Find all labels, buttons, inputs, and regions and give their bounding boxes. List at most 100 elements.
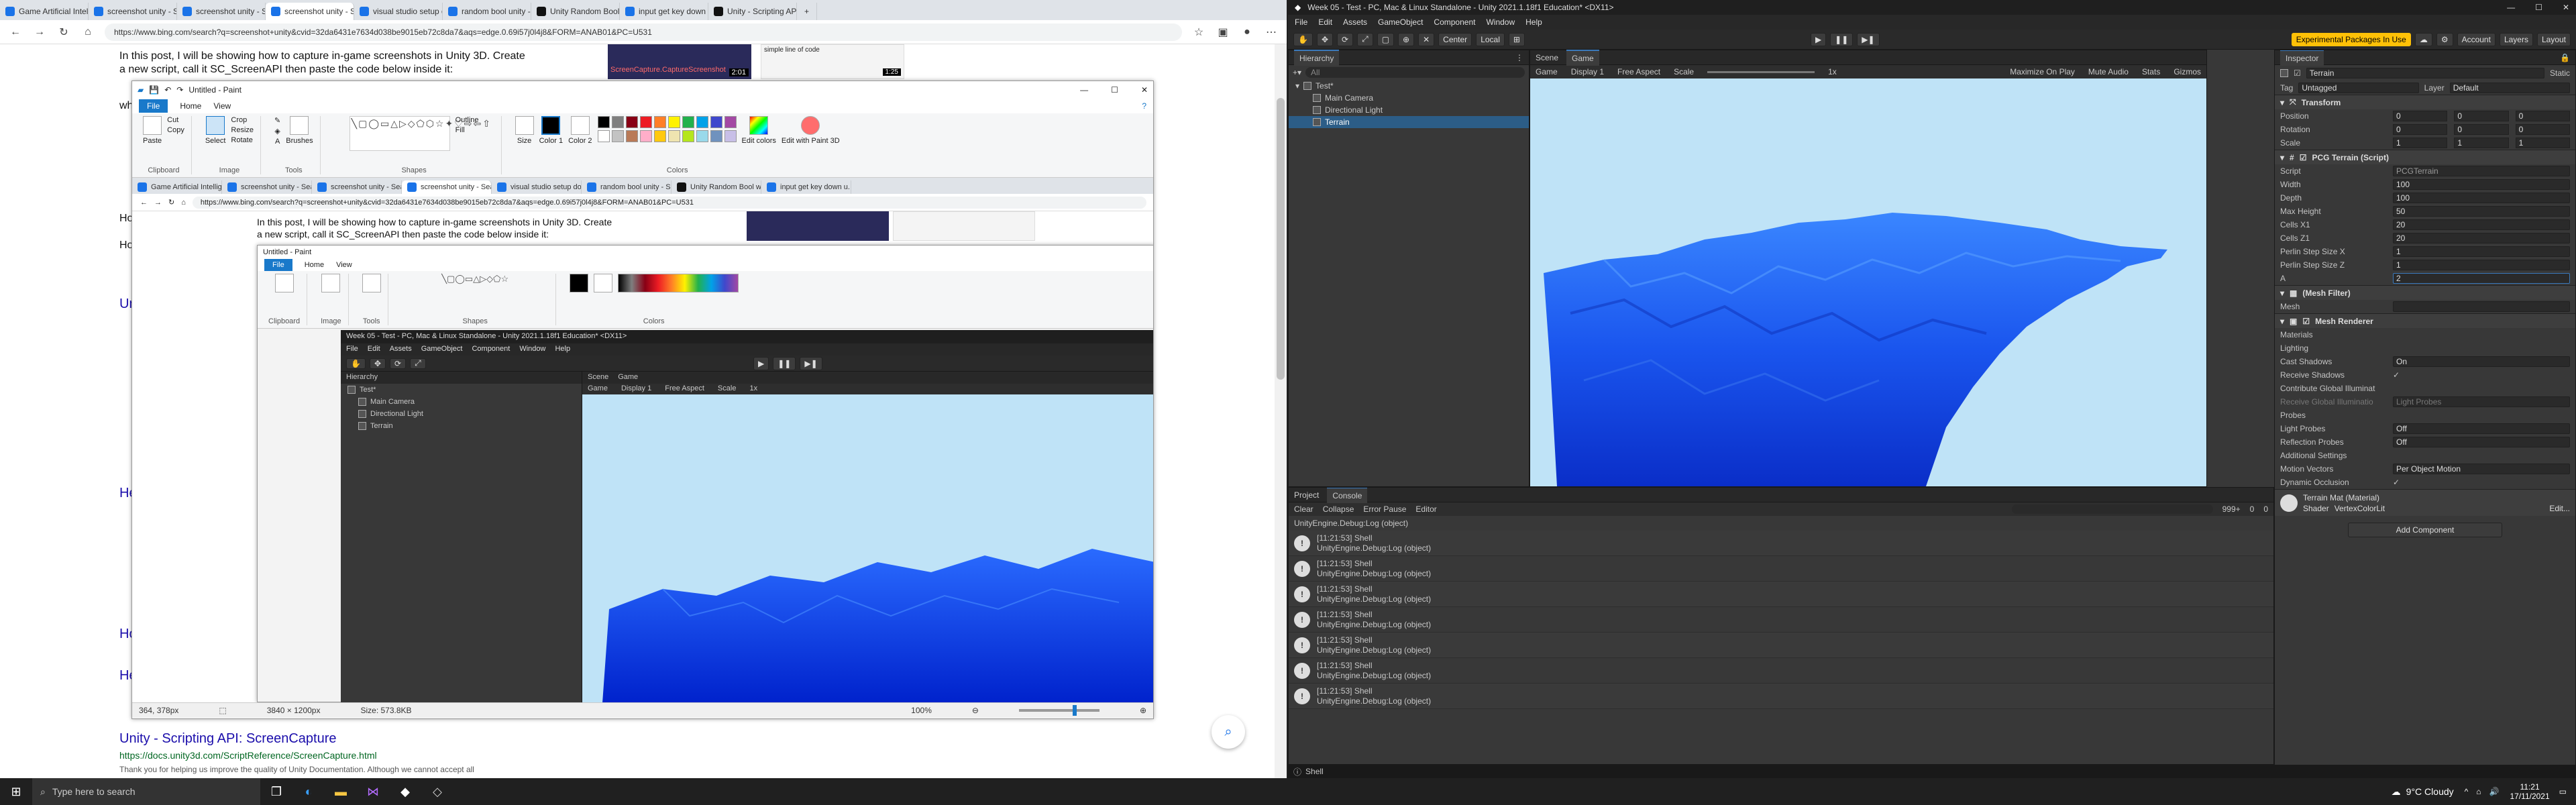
edit-shader-button[interactable]: Edit... xyxy=(2549,504,2570,513)
undo-icon[interactable]: ↶ xyxy=(164,85,171,95)
color-swatch[interactable] xyxy=(597,130,610,142)
color-swatch[interactable] xyxy=(682,116,694,128)
edit-paint3d-button[interactable]: Edit with Paint 3D xyxy=(782,116,840,145)
scale-tool-icon[interactable]: ⤢ xyxy=(1357,32,1373,46)
menu-component[interactable]: Component xyxy=(1434,17,1475,27)
rotation-y[interactable]: 0 xyxy=(2454,124,2509,135)
new-tab-button[interactable]: + xyxy=(797,3,817,20)
enabled-checkbox[interactable]: ☑ xyxy=(2302,317,2310,326)
layer-dropdown[interactable]: Default xyxy=(2449,83,2571,93)
error-count[interactable]: 0 xyxy=(2263,504,2268,514)
color-swatch[interactable] xyxy=(653,116,666,128)
transform-tool-icon[interactable]: ⊕ xyxy=(1398,32,1415,46)
pcg-terrain-header[interactable]: ▾ # ☑ PCG Terrain (Script) xyxy=(2275,150,2575,164)
menu-file[interactable]: File xyxy=(139,99,168,113)
edit-colors-button[interactable]: Edit colors xyxy=(742,116,776,145)
light-probes-dropdown[interactable]: Off xyxy=(2393,423,2570,434)
browser-tab[interactable]: visual studio setup do... xyxy=(354,3,443,20)
log-entry[interactable]: ! [11:21:53] Shell UnityEngine.Debug:Log (… xyxy=(1289,556,2273,582)
menu-edit[interactable]: Edit xyxy=(1318,17,1332,27)
browser-tab[interactable]: Game Artificial Intellig... xyxy=(0,3,89,20)
windows-start-icon[interactable]: ⊞ xyxy=(5,781,27,802)
lighting-foldout[interactable]: Lighting xyxy=(2275,341,2575,355)
maximize-icon[interactable]: ☐ xyxy=(1111,85,1118,95)
reflection-probes-dropdown[interactable]: Off xyxy=(2393,437,2570,447)
perlin-z-field[interactable]: 1 xyxy=(2393,260,2570,270)
expand-icon[interactable]: ▾ xyxy=(2280,288,2284,298)
color-swatch[interactable] xyxy=(724,130,737,142)
pencil-icon[interactable]: ✎ xyxy=(274,116,280,125)
transform-header[interactable]: ▾ ⤧ Transform xyxy=(2275,95,2575,109)
edge-icon[interactable]: ◐ xyxy=(298,781,319,802)
shader-dropdown[interactable]: VertexColorLit xyxy=(2334,504,2544,513)
result-title[interactable]: Unity - Scripting API: ScreenCapture xyxy=(119,731,336,747)
log-count[interactable]: 999+ xyxy=(2222,504,2241,514)
color-swatch[interactable] xyxy=(625,116,638,128)
game-mode-dropdown[interactable]: Game xyxy=(1536,67,1558,76)
video-thumbnail[interactable]: ScreenCapture.CaptureScreenshot 2:01 xyxy=(608,44,751,79)
color-swatch[interactable] xyxy=(667,116,680,128)
color-swatch[interactable] xyxy=(639,116,652,128)
zoom-out-icon[interactable]: ⊖ xyxy=(972,706,979,715)
color-swatch[interactable] xyxy=(724,116,737,128)
tab-project[interactable]: Project xyxy=(1294,490,1319,500)
maximize-on-play-toggle[interactable]: Maximize On Play xyxy=(2010,67,2075,76)
menu-view[interactable]: View xyxy=(213,101,231,111)
services-icon[interactable]: ⚙ xyxy=(2436,32,2453,46)
receive-shadows-checkbox[interactable]: ✓ xyxy=(2393,370,2400,380)
error-pause-button[interactable]: Error Pause xyxy=(1363,504,1406,514)
menu-icon[interactable]: ⋯ xyxy=(1264,25,1279,40)
browser-tab[interactable]: screenshot unity - Sea... xyxy=(177,3,266,20)
text-icon[interactable]: A xyxy=(275,138,280,146)
scale-slider[interactable] xyxy=(1707,70,1815,73)
aspect-dropdown[interactable]: Free Aspect xyxy=(1617,67,1660,76)
cells-x-field[interactable]: 20 xyxy=(2393,219,2570,230)
hierarchy-tab[interactable]: Hierarchy xyxy=(1294,49,1340,66)
experimental-packages-badge[interactable]: Experimental Packages In Use xyxy=(2291,32,2411,46)
forward-icon[interactable]: → xyxy=(32,25,47,40)
color-swatch[interactable] xyxy=(611,116,624,128)
tab-game[interactable]: Game xyxy=(1566,49,1599,66)
inspector-tab[interactable]: Inspector xyxy=(2280,50,2324,66)
scale-y[interactable]: 1 xyxy=(2454,138,2509,148)
color-swatch[interactable] xyxy=(597,116,610,128)
hand-tool-icon[interactable]: ✋ xyxy=(1293,32,1313,46)
cells-z-field[interactable]: 20 xyxy=(2393,233,2570,244)
position-x[interactable]: 0 xyxy=(2393,111,2448,121)
maximize-icon[interactable]: ☐ xyxy=(2535,3,2542,12)
color-swatch[interactable] xyxy=(696,116,708,128)
crop-button[interactable]: Crop xyxy=(231,116,247,124)
cast-shadows-dropdown[interactable]: On xyxy=(2393,356,2570,367)
cut-button[interactable]: Cut xyxy=(167,116,178,124)
video-thumbnail[interactable]: simple line of code 1:25 xyxy=(761,44,904,79)
editor-dropdown[interactable]: Editor xyxy=(1415,504,1436,514)
paint-canvas[interactable]: Game Artificial Intellig... screenshot u… xyxy=(132,178,1153,702)
search-fab-icon[interactable]: ⌕ xyxy=(1212,715,1245,749)
outline-button[interactable]: Outline xyxy=(455,116,479,124)
color-swatch[interactable] xyxy=(710,130,722,142)
expand-icon[interactable]: ▾ xyxy=(2280,317,2284,326)
add-icon[interactable]: +▾ xyxy=(1293,68,1301,77)
menu-window[interactable]: Window xyxy=(1486,17,1515,27)
expand-icon[interactable]: ▾ xyxy=(2280,153,2284,162)
collapse-button[interactable]: Collapse xyxy=(1323,504,1354,514)
expand-icon[interactable]: ▾ xyxy=(1295,81,1299,91)
browser-tab[interactable]: random bool unity - S... xyxy=(443,3,531,20)
taskbar-search[interactable]: ⌕ Type here to search xyxy=(32,778,260,805)
notifications-icon[interactable]: ▭ xyxy=(2559,787,2567,796)
hier-item-scene[interactable]: ▾ Test* xyxy=(1289,80,1529,92)
mesh-filter-header[interactable]: ▾ ▦ (Mesh Filter) xyxy=(2275,285,2575,300)
scale-x[interactable]: 1 xyxy=(2393,138,2448,148)
custom-tool-icon[interactable]: ✕ xyxy=(1418,32,1435,46)
color-swatch[interactable] xyxy=(696,130,708,142)
resize-button[interactable]: Resize xyxy=(231,126,254,134)
collab-icon[interactable]: ☁ xyxy=(2414,32,2432,46)
fill-button[interactable]: Fill xyxy=(455,126,465,134)
clear-button[interactable]: Clear xyxy=(1294,504,1313,514)
layout-dropdown[interactable]: Layout xyxy=(2536,32,2571,46)
browser-tab[interactable]: Unity Random Bool w... xyxy=(531,3,620,20)
rotate-button[interactable]: Rotate xyxy=(231,136,252,144)
rotation-z[interactable]: 0 xyxy=(2515,124,2570,135)
browser-tab-active[interactable]: screenshot unity - Sea... xyxy=(266,3,354,20)
script-field[interactable]: PCGTerrain xyxy=(2393,166,2570,176)
